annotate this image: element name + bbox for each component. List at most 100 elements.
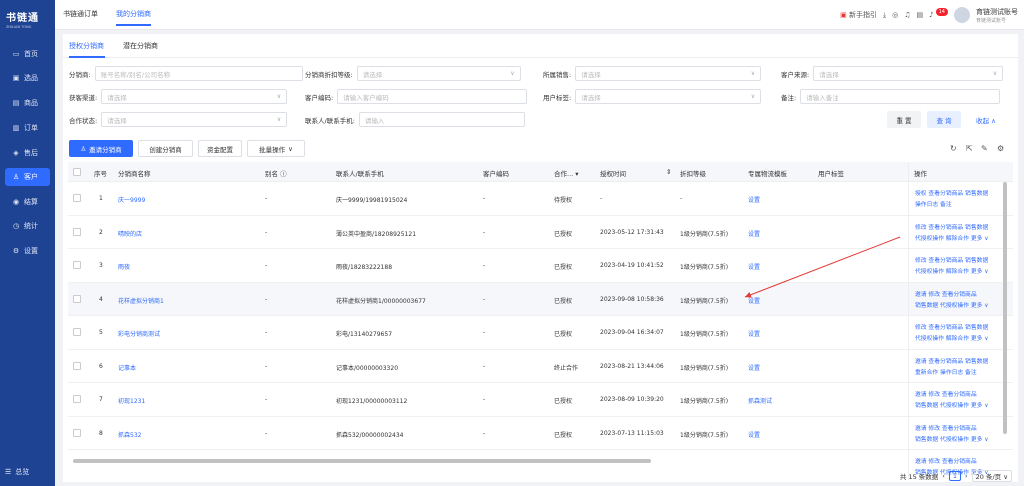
logistics-template[interactable]: 设置 (748, 262, 760, 271)
remark-input[interactable]: 请输入备注 (800, 89, 1001, 104)
source-select[interactable]: 请选择 ∨ (813, 66, 1004, 81)
row-operations[interactable]: 邀请 修改 查看分销商品 (915, 389, 977, 398)
row-checkbox[interactable] (73, 361, 81, 370)
row-operations[interactable]: 销售数据 代授权操作 更多 ∨ (915, 434, 989, 443)
headset-icon[interactable]: ♫ (904, 11, 910, 19)
sidebar-item-customer[interactable]: ♙ 客户 (5, 168, 50, 186)
vertical-scrollbar[interactable] (1003, 182, 1007, 434)
sort-icon[interactable]: ⇕ (666, 168, 671, 176)
page-size-select[interactable]: 20 条/页 ∨ (971, 470, 1012, 482)
row-checkbox[interactable] (73, 227, 81, 236)
coop-status-select[interactable]: 请选择 ∨ (101, 112, 288, 127)
row-checkbox[interactable] (73, 194, 81, 202)
fund-config-button[interactable]: 资金配置 (198, 140, 242, 157)
row-operations[interactable]: 邀请 修改 查看分销商品 (915, 289, 977, 298)
logistics-template[interactable]: 设置 (748, 329, 760, 338)
invite-distributor-button[interactable]: ♙ 邀请分销商 (69, 140, 133, 157)
distributor-input[interactable]: 账号名称/别名/公司名称 (94, 66, 303, 81)
alias-header: 别名 ⓘ (265, 170, 287, 178)
document-icon[interactable]: ▤ (917, 11, 924, 19)
select-all-checkbox[interactable] (73, 168, 81, 176)
filter-icon[interactable]: ▾ (575, 170, 578, 178)
reset-button[interactable]: 重 置 (887, 111, 921, 128)
help-icon: ⓘ (280, 170, 287, 178)
row-operations[interactable]: 邀请 修改 查看分销商品 (915, 456, 977, 465)
distributor-name[interactable]: 庆一9999 (118, 195, 145, 204)
sidebar-item-select[interactable]: ▣ 选品 (5, 69, 50, 87)
sales-select[interactable]: 请选择 ∨ (575, 66, 762, 81)
create-distributor-button[interactable]: 创建分销商 (138, 140, 193, 157)
sidebar-item-home[interactable]: ▭ 首页 (5, 45, 50, 63)
row-checkbox[interactable] (73, 294, 81, 303)
export-icon[interactable]: ⇱ (966, 144, 973, 153)
batch-actions-button[interactable]: 批量操作 ∨ (247, 140, 305, 157)
logistics-template[interactable]: 设置 (748, 363, 760, 372)
distributor-name[interactable]: 雨夜 (118, 262, 130, 271)
menu-icon: ☰ (5, 468, 12, 476)
distributor-name[interactable]: 抓森532 (118, 430, 141, 439)
logistics-template[interactable]: 抓森测试 (748, 396, 772, 405)
avatar[interactable] (954, 7, 970, 23)
row-operations[interactable]: 邀请 查看分销商品 销售数据 (915, 356, 988, 365)
row-checkbox[interactable] (73, 261, 81, 269)
row-operations[interactable]: 邀请 修改 查看分销商品 (915, 423, 977, 432)
discount-level-select[interactable]: 请选择 ∨ (356, 66, 521, 81)
coop-status: 已授权 (554, 398, 573, 405)
distributor-name[interactable]: 彩电分销商测试 (118, 329, 160, 338)
row-operations[interactable]: 操作日志 备注 (915, 199, 952, 208)
prev-page-button[interactable]: ‹ (942, 472, 945, 480)
tab-my-distributors[interactable]: 我的分销商 (116, 9, 151, 26)
next-page-button[interactable]: › (965, 472, 968, 480)
distributor-name[interactable]: 记事本 (118, 363, 136, 372)
distributor-name[interactable]: 初现1231 (118, 396, 145, 405)
distributor-name[interactable]: 花样虚拟分销商1 (118, 296, 164, 305)
logistics-template[interactable]: 设置 (748, 296, 760, 305)
sidebar-item-stats[interactable]: ◷ 统计 (5, 217, 50, 235)
logistics-template[interactable]: 设置 (748, 229, 760, 238)
eye-icon[interactable]: ◎ (892, 11, 898, 19)
page-number[interactable]: 1 (948, 471, 962, 481)
search-button[interactable]: 查 询 (927, 111, 961, 128)
row-operations[interactable]: 代授权操作 解除合作 更多 ∨ (915, 233, 989, 242)
discount-level: 1级分销商(7.5折) (680, 398, 729, 405)
download-icon[interactable]: ⤓ (883, 11, 886, 20)
row-operations[interactable]: 修改 查看分销商品 销售数据 (915, 255, 988, 264)
edit-icon[interactable]: ✎ (981, 144, 988, 153)
contact-input[interactable]: 请输入 (358, 112, 525, 127)
subtab-authorized[interactable]: 授权分销商 (69, 41, 104, 51)
row-checkbox[interactable] (73, 395, 81, 403)
row-operations[interactable]: 代授权操作 解除合作 更多 ∨ (915, 266, 989, 275)
account-info[interactable]: 育链测试账号 育链测试账号 (976, 7, 1018, 24)
row-checkbox[interactable] (73, 328, 81, 336)
collapse-filters-button[interactable]: 收起 ∧ (976, 115, 996, 125)
row-operations[interactable]: 销售数据 代授权操作 更多 ∨ (915, 300, 989, 309)
row-operations[interactable]: 销售数据 代授权操作 更多 ∨ (915, 400, 989, 409)
bell-icon[interactable]: ♪ (929, 11, 933, 19)
tab-shulian-orders[interactable]: 书链通订单 (63, 9, 98, 19)
channel-select[interactable]: 请选择 ∨ (101, 89, 288, 104)
sidebar-item-settings[interactable]: ⚙ 设置 (5, 242, 50, 260)
row-operations[interactable]: 修改 查看分销商品 销售数据 (915, 222, 988, 231)
sidebar-item-after-sale[interactable]: ◈ 售后 (5, 144, 50, 162)
logistics-template[interactable]: 设置 (748, 430, 760, 439)
sidebar-item-settle[interactable]: ◉ 结算 (5, 193, 50, 211)
row-operations[interactable]: 重新合作 操作日志 备注 (915, 367, 977, 376)
guide-link[interactable]: ▣ 新手指引 (840, 10, 877, 20)
row-checkbox[interactable] (73, 428, 81, 437)
user-tag-select[interactable]: 请选择 ∨ (575, 89, 762, 104)
refresh-icon[interactable]: ↻ (950, 144, 957, 153)
alias: - (265, 262, 268, 269)
sidebar-item-order[interactable]: ▥ 订单 (5, 119, 50, 137)
gear-icon[interactable]: ⚙ (997, 144, 1004, 153)
subtab-potential[interactable]: 潜在分销商 (123, 41, 158, 51)
horizontal-scrollbar[interactable] (73, 459, 651, 463)
logistics-template[interactable]: 设置 (748, 195, 760, 204)
customer-code-input[interactable]: 请输入客户编码 (337, 89, 528, 104)
sidebar-item-goods[interactable]: ▤ 商品 (5, 94, 50, 112)
sidebar-collapse[interactable]: ☰ 总览 (5, 467, 29, 477)
discount-level: 1级分销商(7.5折) (680, 364, 729, 372)
row-operations[interactable]: 授权 查看分销商品 销售数据 (915, 188, 988, 197)
distributor-name[interactable]: 晴映的店 (118, 229, 142, 238)
row-operations[interactable]: 修改 查看分销商品 销售数据 (915, 322, 988, 331)
row-operations[interactable]: 代授权操作 解除合作 更多 ∨ (915, 333, 989, 342)
